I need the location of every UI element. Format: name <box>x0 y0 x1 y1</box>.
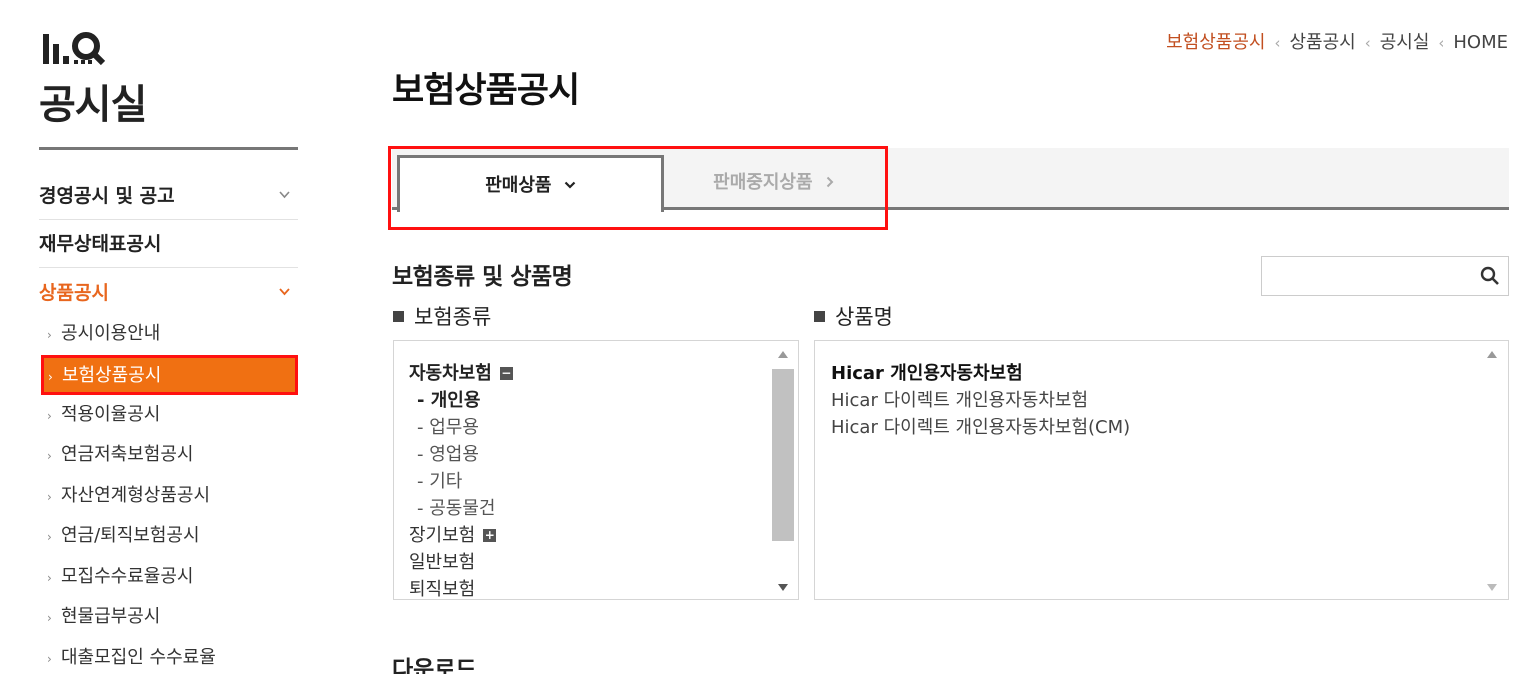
tree-label: 자동차보험 <box>409 363 492 384</box>
scroll-up-icon[interactable] <box>1487 351 1497 358</box>
chevron-down-icon <box>564 181 576 189</box>
product-item[interactable]: Hicar 다이렉트 개인용자동차보험(CM) <box>831 413 1130 439</box>
submenu-loan-agent-fee[interactable]: › 대출모집인 수수료율 <box>47 640 216 674</box>
submenu-in-kind-benefit[interactable]: › 현물급부공시 <box>47 599 160 635</box>
menu-management-disclosure[interactable]: 경영공시 및 공고 <box>39 172 298 220</box>
search-input[interactable] <box>1261 256 1509 296</box>
submenu-usage-guide[interactable]: › 공시이용안내 <box>47 316 160 352</box>
submenu-pension-retirement[interactable]: › 연금/퇴직보험공시 <box>47 518 200 554</box>
tree-item-auto-insurance[interactable]: 자동차보험 − <box>409 359 513 385</box>
submenu-asset-linked[interactable]: › 자산연계형상품공시 <box>47 478 210 514</box>
tree-item-other[interactable]: - 기타 <box>417 467 462 493</box>
arrow-right-icon: › <box>47 652 52 666</box>
arrow-right-icon: › <box>47 490 52 504</box>
chevron-down-icon <box>279 191 290 199</box>
arrow-right-icon: › <box>47 449 52 463</box>
header-label: 상품명 <box>835 305 893 329</box>
arrow-right-icon: › <box>47 571 52 585</box>
sidebar-divider <box>39 147 298 150</box>
square-bullet-icon <box>814 311 825 322</box>
tree-label: 퇴직보험 <box>409 579 476 600</box>
tab-label: 판매상품 <box>485 175 552 196</box>
submenu-label: 대출모집인 수수료율 <box>61 647 216 668</box>
breadcrumb-separator-icon: ‹ <box>1364 34 1371 52</box>
product-item[interactable]: Hicar 다이렉트 개인용자동차보험 <box>831 386 1088 412</box>
scrollbar[interactable] <box>772 345 794 597</box>
tree-item-long-term[interactable]: 장기보험 + <box>409 521 497 547</box>
tree-label: - 영업용 <box>417 444 479 465</box>
breadcrumb-item[interactable]: 상품공시 <box>1289 32 1355 53</box>
arrow-right-icon: › <box>47 611 52 625</box>
breadcrumb-home[interactable]: HOME <box>1453 32 1508 53</box>
arrow-right-icon: › <box>47 328 52 342</box>
arrow-right-icon: › <box>48 370 53 384</box>
collapse-icon[interactable]: − <box>499 367 513 380</box>
submenu-label: 연금저축보험공시 <box>61 444 194 465</box>
section-title: 보험종류 및 상품명 <box>392 264 573 290</box>
tree-label: 일반보험 <box>409 552 476 573</box>
submenu-label: 적용이율공시 <box>61 404 161 425</box>
tree-label: - 기타 <box>417 471 463 492</box>
menu-product-disclosure[interactable]: 상품공시 <box>39 269 298 317</box>
chevron-right-icon <box>826 176 834 188</box>
submenu-label: 모집수수료율공시 <box>61 566 194 587</box>
menu-label: 경영공시 및 공고 <box>39 185 175 207</box>
tree-item-retirement[interactable]: 퇴직보험 <box>409 575 476 600</box>
arrow-right-icon: › <box>47 530 52 544</box>
download-section-title: 다운로드 <box>392 657 477 674</box>
square-bullet-icon <box>393 311 404 322</box>
breadcrumb: 보험상품공시 ‹ 상품공시 ‹ 공시실 ‹ HOME <box>1166 28 1508 54</box>
product-item[interactable]: Hicar 개인용자동차보험 <box>831 359 1023 385</box>
tab-selling-products[interactable]: 판매상품 <box>397 155 664 212</box>
submenu-label: 자산연계형상품공시 <box>61 485 211 506</box>
submenu-label: 보험상품공시 <box>62 365 162 386</box>
submenu-commission-rate[interactable]: › 모집수수료율공시 <box>47 559 193 595</box>
tree-item-general[interactable]: 일반보험 <box>409 548 475 574</box>
scroll-down-icon[interactable] <box>778 584 788 591</box>
tree-label: - 개인용 <box>417 390 481 411</box>
scroll-up-icon[interactable] <box>778 351 788 358</box>
insurance-type-header: 보험종류 <box>393 301 491 331</box>
expand-icon[interactable]: + <box>483 529 497 542</box>
tree-item-business[interactable]: - 업무용 <box>417 413 479 439</box>
sidebar-title: 공시실 <box>39 82 147 128</box>
tree-label: - 공동물건 <box>417 498 496 519</box>
tree-label: - 업무용 <box>417 417 479 438</box>
breadcrumb-current[interactable]: 보험상품공시 <box>1166 32 1265 53</box>
tree-item-personal[interactable]: - 개인용 <box>417 386 480 412</box>
breadcrumb-separator-icon: ‹ <box>1438 34 1445 52</box>
tab-discontinued-products[interactable]: 판매중지상품 <box>664 155 884 209</box>
header-label: 보험종류 <box>414 305 492 329</box>
breadcrumb-separator-icon: ‹ <box>1274 34 1281 52</box>
menu-label: 재무상태표공시 <box>39 233 162 255</box>
chevron-down-icon <box>279 288 290 296</box>
submenu-label: 공시이용안내 <box>61 323 161 344</box>
tree-item-joint[interactable]: - 공동물건 <box>417 494 495 520</box>
menu-label: 상품공시 <box>39 282 109 304</box>
submenu-interest-rate[interactable]: › 적용이율공시 <box>47 397 160 433</box>
page-title: 보험상품공시 <box>392 71 580 111</box>
search-icon[interactable] <box>1480 266 1500 286</box>
arrow-right-icon: › <box>47 409 52 423</box>
submenu-label: 현물급부공시 <box>61 606 161 627</box>
breadcrumb-item[interactable]: 공시실 <box>1380 32 1430 53</box>
tree-item-commercial[interactable]: - 영업용 <box>417 440 479 466</box>
submenu-insurance-product-disclosure[interactable]: › 보험상품공시 <box>41 355 298 395</box>
disclosure-logo-icon <box>43 32 106 66</box>
product-name-list[interactable]: Hicar 개인용자동차보험 Hicar 다이렉트 개인용자동차보험 Hicar… <box>814 340 1509 600</box>
submenu-pension-savings[interactable]: › 연금저축보험공시 <box>47 437 193 473</box>
insurance-type-list[interactable]: 자동차보험 − - 개인용 - 업무용 - 영업용 - 기타 - 공동물건 장기보… <box>393 340 799 600</box>
scroll-thumb[interactable] <box>772 369 794 541</box>
product-name-header: 상품명 <box>814 301 893 331</box>
scrollbar[interactable] <box>1481 345 1503 597</box>
submenu-label: 연금/퇴직보험공시 <box>61 525 200 546</box>
scroll-down-icon[interactable] <box>1487 584 1497 591</box>
menu-balance-sheet[interactable]: 재무상태표공시 <box>39 220 298 268</box>
tree-label: 장기보험 <box>409 525 476 546</box>
tab-label: 판매중지상품 <box>713 172 813 193</box>
